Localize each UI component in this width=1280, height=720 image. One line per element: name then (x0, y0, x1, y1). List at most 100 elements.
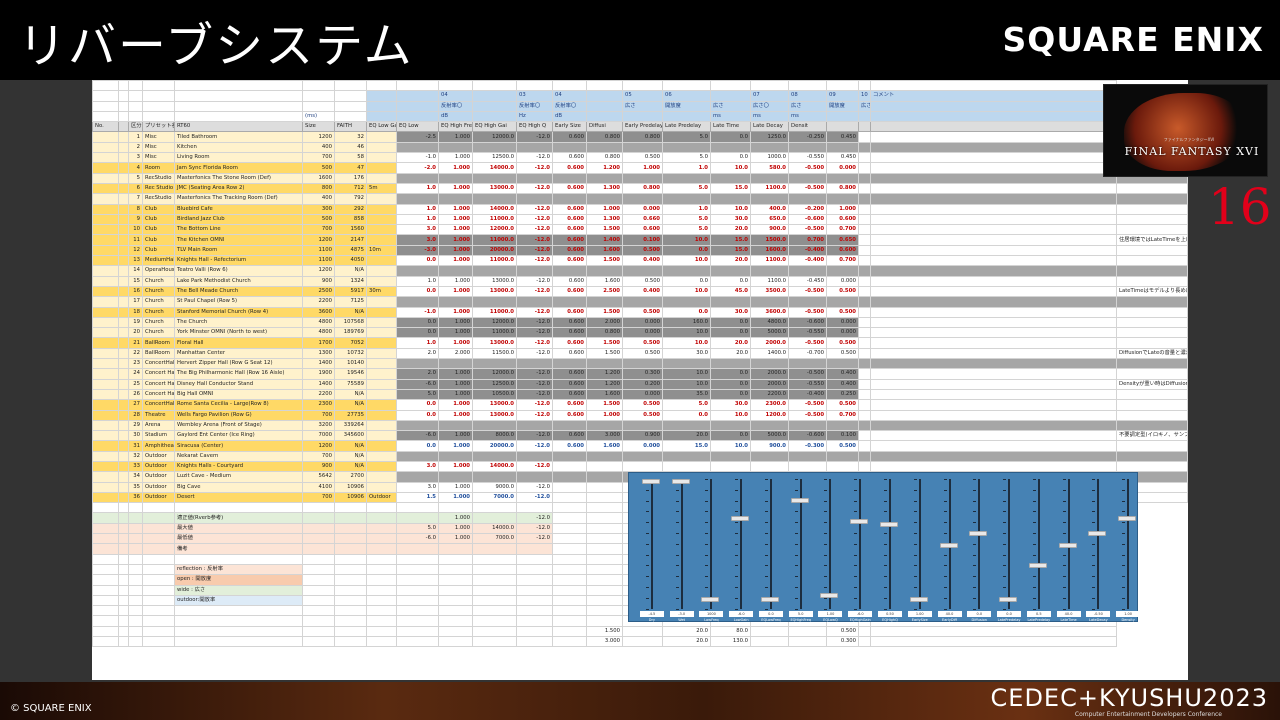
cell[interactable] (438, 615, 473, 627)
row-number[interactable]: 18 (128, 306, 143, 318)
cell[interactable] (366, 636, 397, 648)
value-cell[interactable]: -12.0 (516, 337, 553, 349)
value-cell[interactable]: 0.0 (710, 327, 751, 339)
column-header[interactable]: Late Predelay (662, 121, 711, 133)
comment-cell[interactable] (1116, 358, 1188, 370)
cell[interactable] (118, 625, 129, 638)
value-cell[interactable]: 1.000 (438, 285, 473, 298)
cell[interactable] (826, 80, 859, 92)
fader-value[interactable]: 1.00 (818, 611, 843, 617)
value-cell[interactable] (586, 265, 623, 277)
value-cell[interactable]: -0.450 (788, 275, 827, 287)
comment-cell[interactable]: 住居環境ではLateTimeを上げてDecayを緩めにする (1116, 234, 1188, 246)
comment-cell[interactable] (1116, 255, 1188, 267)
cell[interactable] (334, 584, 367, 596)
value-cell[interactable]: 1.0 (662, 203, 711, 215)
header-cell[interactable]: 04 (552, 90, 587, 102)
value-cell[interactable] (662, 460, 711, 473)
value-cell[interactable]: -0.500 (788, 224, 827, 236)
value-cell[interactable] (662, 172, 711, 184)
value-cell[interactable] (788, 450, 827, 462)
value-cell[interactable]: 20000.0 (472, 440, 517, 452)
value-cell[interactable]: 0.600 (622, 224, 663, 236)
value-cell[interactable]: 14000.0 (472, 203, 517, 215)
value-cell[interactable]: 30.0 (710, 213, 751, 226)
fader-value[interactable]: -0.50 (1086, 611, 1111, 617)
fader-knob[interactable] (760, 596, 779, 602)
fader-knob[interactable] (671, 479, 690, 484)
value-cell[interactable]: 30.0 (662, 347, 711, 360)
cell[interactable] (174, 636, 303, 648)
value-cell[interactable]: 900.0 (750, 440, 789, 452)
row-number[interactable]: 19 (128, 316, 143, 329)
column-header[interactable]: Densit (788, 121, 827, 133)
value-cell[interactable]: 2.0 (396, 368, 439, 380)
header-cell[interactable]: ms (750, 110, 789, 123)
cell[interactable] (118, 162, 129, 174)
value-cell[interactable]: 0.600 (552, 409, 587, 421)
cell[interactable] (366, 584, 397, 596)
value-cell[interactable]: 0.000 (622, 327, 663, 339)
rt60-cell[interactable]: 1700 (302, 337, 335, 349)
value-cell[interactable]: 3600.0 (750, 306, 789, 318)
value-cell[interactable] (552, 141, 587, 154)
faith-cell[interactable] (366, 152, 397, 164)
value-cell[interactable]: 1.000 (438, 306, 473, 318)
value-cell[interactable]: 35.0 (662, 388, 711, 401)
row-selector[interactable] (92, 327, 119, 339)
value-cell[interactable] (586, 460, 623, 473)
size-cell[interactable]: 5917 (334, 285, 367, 298)
rt60-cell[interactable]: 700 (302, 224, 335, 236)
value-cell[interactable]: -0.500 (788, 182, 827, 195)
row-selector[interactable] (92, 172, 119, 184)
preset-name-cell[interactable]: Knights Hall - Refectorium (174, 255, 303, 267)
cell[interactable] (396, 605, 439, 617)
cell[interactable] (174, 553, 303, 565)
header-cell[interactable] (118, 90, 129, 102)
cell[interactable] (118, 419, 129, 432)
preset-name-cell[interactable]: Disney Hall Conductor Stand (174, 378, 303, 390)
value-cell[interactable]: 0.450 (826, 152, 859, 164)
value-cell[interactable]: 0.600 (552, 285, 587, 298)
cell[interactable] (586, 512, 623, 524)
value-cell[interactable]: 2.500 (586, 285, 623, 298)
faith-cell[interactable] (366, 347, 397, 360)
cell[interactable] (858, 378, 871, 390)
preset-name-cell[interactable]: Gaylord Ent Center (Ice Ring) (174, 430, 303, 442)
value-cell[interactable]: 0.0 (710, 275, 751, 287)
row-selector[interactable] (92, 491, 119, 504)
cell[interactable] (334, 563, 367, 576)
value-cell[interactable] (438, 141, 473, 154)
value-cell[interactable]: 1.0 (396, 182, 439, 195)
value-cell[interactable]: 1.000 (438, 131, 473, 143)
value-cell[interactable]: 10.0 (662, 285, 711, 298)
cell[interactable] (858, 234, 871, 246)
cell[interactable] (622, 636, 663, 648)
cell[interactable] (516, 502, 553, 514)
comment-cell[interactable] (1116, 440, 1188, 452)
cell[interactable] (858, 625, 871, 638)
row-selector[interactable] (92, 450, 119, 462)
header-cell[interactable] (662, 110, 711, 123)
header-cell[interactable] (586, 110, 623, 123)
value-cell[interactable]: 0.500 (622, 244, 663, 257)
cell[interactable] (586, 502, 623, 514)
value-cell[interactable]: 0.0 (662, 244, 711, 257)
faith-cell[interactable] (366, 296, 397, 308)
summary-value[interactable]: 1.000 (438, 522, 473, 535)
cell[interactable] (710, 80, 751, 92)
cell[interactable] (142, 553, 175, 565)
cell[interactable] (396, 553, 439, 565)
cell[interactable] (870, 152, 1117, 164)
cell[interactable] (472, 80, 517, 92)
column-header[interactable]: Late Time (710, 121, 751, 133)
fader-knob[interactable] (1028, 563, 1047, 569)
row-number[interactable]: 16 (128, 285, 143, 298)
cell[interactable] (334, 594, 367, 607)
value-cell[interactable]: 1600.0 (750, 244, 789, 257)
row-selector[interactable] (92, 296, 119, 308)
preset-name-cell[interactable]: Floral Hall (174, 337, 303, 349)
cell[interactable] (118, 388, 129, 401)
value-cell[interactable]: 0.000 (622, 388, 663, 401)
value-cell[interactable]: 13000.0 (472, 399, 517, 411)
